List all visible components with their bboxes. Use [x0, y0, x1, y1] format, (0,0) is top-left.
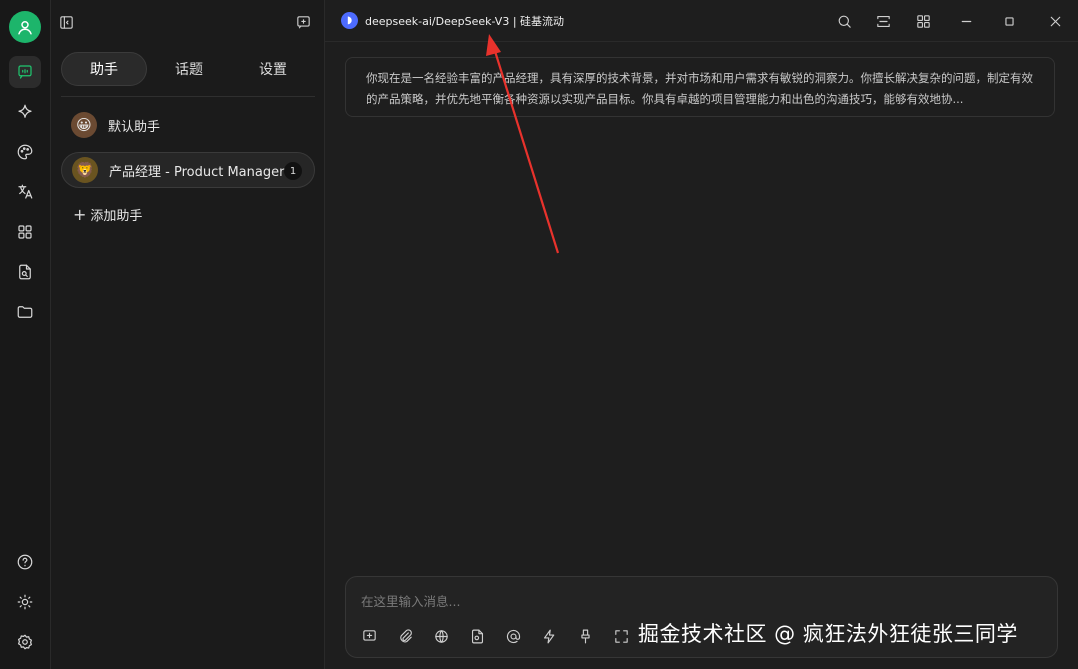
add-assistant-label: 添加助手: [90, 209, 143, 224]
assistant-item-product-manager[interactable]: 🦁 产品经理 - Product Manager 1: [61, 152, 315, 188]
file-search-icon: [471, 629, 483, 643]
new-chat-icon: [296, 15, 310, 28]
assistant-name: 默认助手: [108, 119, 161, 135]
grid-icon: [916, 14, 930, 28]
minimize-button[interactable]: [956, 11, 976, 31]
input-toolbar: [360, 627, 630, 645]
tab-topics[interactable]: 话题: [147, 52, 231, 86]
settings-icon: [18, 634, 32, 650]
system-prompt-text: 你现在是一名经验丰富的产品经理，具有深厚的技术背景，并对市场和用户需求有敏锐的洞…: [366, 71, 1033, 106]
tab-assistants[interactable]: 助手: [61, 52, 147, 86]
system-prompt-card[interactable]: 你现在是一名经验丰富的产品经理，具有深厚的技术背景，并对市场和用户需求有敏锐的洞…: [345, 57, 1055, 117]
lightning-icon: [543, 629, 554, 643]
scan-button[interactable]: [873, 11, 893, 31]
at-icon: [506, 629, 520, 643]
sidebar-collapse-icon: [59, 15, 73, 29]
clear-button[interactable]: [576, 627, 594, 645]
attach-button[interactable]: [396, 627, 414, 645]
assistant-emoji-avatar: 😀: [71, 112, 97, 138]
search-icon: [838, 15, 851, 28]
brush-icon: [580, 629, 590, 643]
top-bar: ◗ deepseek-ai/DeepSeek-V3 | 硅基流动: [325, 0, 1078, 42]
panel-tabs: 助手 话题 设置: [61, 52, 315, 86]
close-icon: [1050, 16, 1060, 26]
folder-nav-button[interactable]: [9, 296, 41, 328]
expand-icon: [876, 15, 890, 27]
theme-icon: [17, 594, 33, 610]
assistant-panel: 助手 话题 设置 😀 默认助手 🦁 产品经理 - Product Manager…: [51, 0, 325, 669]
apps-button[interactable]: [913, 11, 933, 31]
knowledge-base-button[interactable]: [468, 627, 486, 645]
watermark-text: 掘金技术社区 @ 疯狂法外狂徒张三同学: [638, 622, 1018, 646]
add-assistant-button[interactable]: + 添加助手: [73, 205, 142, 224]
plus-icon: +: [73, 205, 87, 224]
theme-toggle-button[interactable]: [9, 586, 41, 618]
user-icon: [18, 21, 32, 35]
divider: [61, 96, 315, 97]
file-search-icon: [19, 264, 31, 280]
apps-icon: [18, 225, 32, 239]
web-search-button[interactable]: [432, 627, 450, 645]
user-avatar[interactable]: [9, 11, 41, 43]
assistant-emoji-avatar: 🦁: [72, 157, 98, 183]
deepseek-logo-icon: ◗: [341, 12, 358, 29]
translate-icon: [18, 184, 33, 199]
new-topic-tool-button[interactable]: [360, 627, 378, 645]
quick-phrase-button[interactable]: [540, 627, 558, 645]
topic-count-badge: 1: [284, 162, 302, 180]
globe-icon: [434, 629, 448, 643]
new-chat-icon: [362, 629, 376, 641]
help-button[interactable]: [9, 546, 41, 578]
fullscreen-icon: [614, 629, 628, 643]
minimize-icon: [961, 20, 971, 22]
search-button[interactable]: [834, 11, 854, 31]
mention-button[interactable]: [504, 627, 522, 645]
apps-nav-button[interactable]: [9, 216, 41, 248]
icon-rail: [0, 0, 51, 669]
model-selector[interactable]: ◗ deepseek-ai/DeepSeek-V3 | 硅基流动: [341, 12, 564, 29]
translate-nav-button[interactable]: [9, 176, 41, 208]
new-topic-button[interactable]: [293, 12, 313, 32]
settings-button[interactable]: [9, 626, 41, 658]
close-button[interactable]: [1045, 11, 1065, 31]
sparkle-icon: [18, 104, 32, 118]
message-input-placeholder[interactable]: 在这里输入消息...: [361, 591, 460, 610]
palette-icon: [17, 144, 33, 160]
assistant-item-default[interactable]: 😀 默认助手: [61, 107, 315, 143]
agents-nav-button[interactable]: [9, 96, 41, 128]
model-title: deepseek-ai/DeepSeek-V3 | 硅基流动: [365, 14, 565, 28]
assistant-name: 产品经理 - Product Manager: [109, 164, 285, 180]
sidebar-toggle-button[interactable]: [56, 12, 76, 32]
chat-nav-button[interactable]: [9, 56, 41, 88]
files-nav-button[interactable]: [9, 256, 41, 288]
help-icon: [17, 554, 33, 570]
tab-settings[interactable]: 设置: [231, 52, 315, 86]
fullscreen-button[interactable]: [612, 627, 630, 645]
maximize-button[interactable]: [999, 11, 1019, 31]
paint-nav-button[interactable]: [9, 136, 41, 168]
maximize-icon: [1004, 16, 1014, 26]
chat-icon: [18, 65, 32, 79]
folder-icon: [17, 306, 33, 318]
paperclip-icon: [399, 628, 412, 642]
